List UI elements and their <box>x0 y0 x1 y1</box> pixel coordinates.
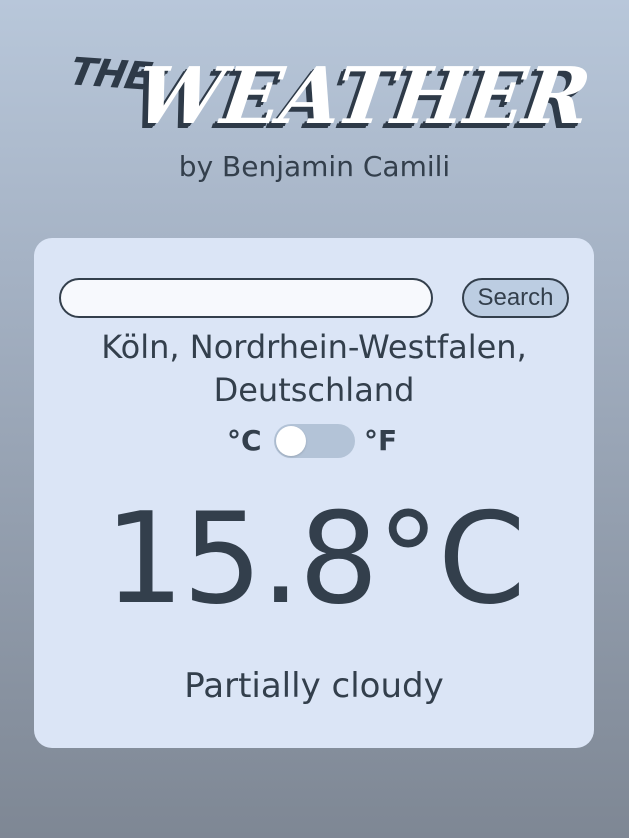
location-name: Köln, Nordrhein-Westfalen, Deutschland <box>54 326 574 412</box>
search-button[interactable]: Search <box>462 278 569 318</box>
toggle-knob <box>276 426 306 456</box>
weather-condition: Partially cloudy <box>184 666 444 706</box>
author-byline: by Benjamin Camili <box>178 150 451 183</box>
weather-card: Search Köln, Nordrhein-Westfalen, Deutsc… <box>34 238 594 748</box>
app-logo: THE WEATHER <box>66 40 595 150</box>
unit-toggle-switch[interactable] <box>274 424 355 458</box>
logo-weather-text: WEATHER <box>129 51 595 142</box>
location-line-country: Deutschland <box>213 371 415 409</box>
search-input[interactable] <box>59 278 433 318</box>
unit-toggle-row: °C °F <box>34 420 594 460</box>
location-line-city: Köln, Nordrhein-Westfalen, <box>101 328 527 366</box>
temperature-value: 15.8°C <box>104 485 526 632</box>
celsius-label: °C <box>227 424 262 457</box>
fahrenheit-label: °F <box>364 424 398 457</box>
